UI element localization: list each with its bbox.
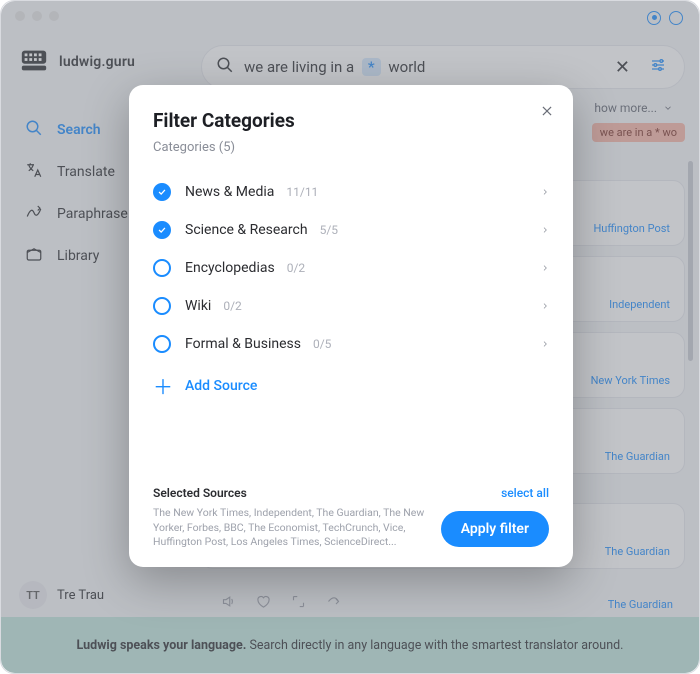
category-count: 5/5 [320,223,338,237]
category-name: News & Media [185,184,274,200]
apply-filter-button[interactable]: Apply filter [441,511,549,547]
category-name: Wiki [185,298,211,314]
modal-subtitle: Categories (5) [153,140,549,155]
chevron-right-icon[interactable] [541,259,549,278]
category-name: Formal & Business [185,336,301,352]
category-row[interactable]: News & Media 11/11 [153,173,549,211]
selected-sources-list: The New York Times, Independent, The Gua… [153,506,433,549]
chevron-right-icon[interactable] [541,221,549,240]
category-checkbox[interactable] [153,183,171,201]
app-window: ludwig.guru Search Translate Paraphrase … [0,0,700,674]
selected-sources-heading: Selected Sources [153,486,247,500]
category-list: News & Media 11/11 Science & Research 5/5 En… [153,173,549,363]
category-count: 0/2 [287,261,305,275]
category-row[interactable]: Science & Research 5/5 [153,211,549,249]
plus-icon: ＋ [153,371,171,400]
select-all-link[interactable]: select all [501,486,549,500]
add-source-label: Add Source [185,378,257,394]
close-button[interactable] [535,99,559,123]
chevron-right-icon[interactable] [541,335,549,354]
category-count: 0/5 [313,337,331,351]
category-checkbox[interactable] [153,259,171,277]
category-row[interactable]: Wiki 0/2 [153,287,549,325]
filter-modal: Filter Categories Categories (5) News & … [129,85,573,567]
category-name: Encyclopedias [185,260,275,276]
category-row[interactable]: Formal & Business 0/5 [153,325,549,363]
chevron-right-icon[interactable] [541,297,549,316]
category-row[interactable]: Encyclopedias 0/2 [153,249,549,287]
category-count: 0/2 [223,299,241,313]
chevron-right-icon[interactable] [541,183,549,202]
category-checkbox[interactable] [153,221,171,239]
category-count: 11/11 [286,185,318,199]
category-name: Science & Research [185,222,308,238]
add-source-button[interactable]: ＋ Add Source [153,371,549,400]
modal-title: Filter Categories [153,109,549,132]
category-checkbox[interactable] [153,335,171,353]
category-checkbox[interactable] [153,297,171,315]
